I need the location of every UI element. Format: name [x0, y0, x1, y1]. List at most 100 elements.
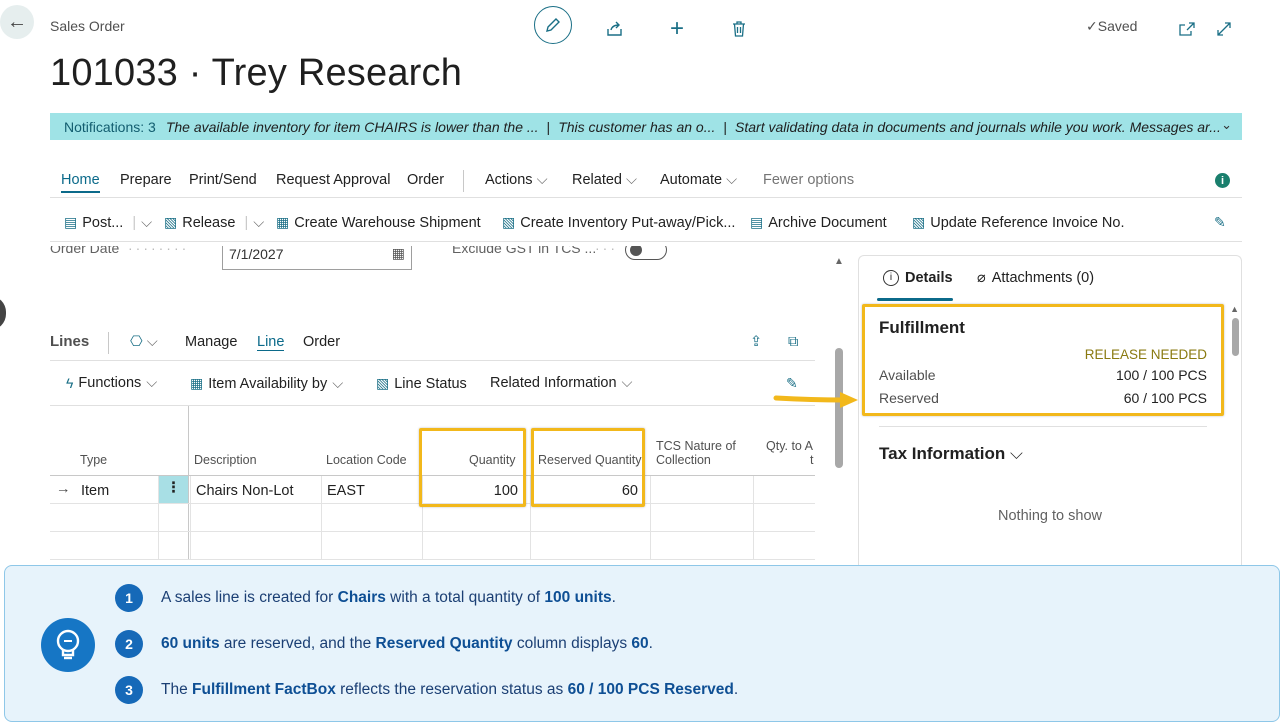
order-date-field[interactable]: 7/1/2027 ▦ — [222, 246, 412, 270]
page-title: 101033 · Trey Research — [50, 52, 463, 94]
release-document-icon: ▧ — [164, 214, 178, 230]
order-date-label: Order Date — [50, 246, 120, 256]
tab-request-approval[interactable]: Request Approval — [276, 172, 390, 188]
lightbulb-icon — [41, 618, 95, 672]
col-qty-to-assemble[interactable]: Qty. to At — [766, 439, 813, 467]
archive-icon: ▤ — [750, 214, 764, 230]
lines-view-switch[interactable]: ⎔ ⌵ — [130, 334, 158, 350]
chevron-down-icon: ⌵ — [146, 334, 158, 350]
cell-description[interactable]: Chairs Non-Lot — [196, 483, 294, 499]
scroll-up-icon[interactable]: ▲ — [1230, 304, 1239, 314]
action-tabs: Home Prepare Print/Send Request Approval… — [50, 164, 1242, 198]
info-icon[interactable]: i — [1215, 173, 1230, 188]
lines-tab-order[interactable]: Order — [303, 334, 340, 350]
step-text-part: are reserved, and the — [219, 635, 376, 652]
share-icon[interactable]: ⇪ — [750, 334, 762, 350]
factbox-tab-attachments[interactable]: ⌀ Attachments (0) — [977, 270, 1094, 286]
saved-label: Saved — [1097, 18, 1138, 34]
divider: | — [244, 214, 249, 231]
chevron-down-icon[interactable]: ⌄ — [1221, 117, 1232, 133]
share-icon — [607, 21, 622, 36]
cell-location-code[interactable]: EAST — [327, 483, 365, 499]
factbox-tab-details[interactable]: i Details — [883, 270, 953, 286]
tax-information-toggle[interactable]: Tax Information ⌵ — [879, 444, 1023, 464]
notification-message[interactable]: Start validating data in documents and j… — [735, 119, 1221, 135]
factbox-tab-attachments-label: Attachments (0) — [991, 270, 1095, 286]
new-button[interactable]: + — [658, 10, 696, 48]
highlight-reserved-quantity — [531, 428, 645, 507]
lines-actions: ϟ Functions ⌵ ▦ Item Availability by ⌵ ▧… — [50, 360, 815, 406]
archive-document-button[interactable]: ▤ Archive Document — [750, 214, 887, 231]
lines-title: Lines — [50, 333, 90, 350]
chevron-down-icon: ⌵ — [332, 375, 344, 392]
update-reference-invoice-button[interactable]: ▧ Update Reference Invoice No. — [912, 214, 1124, 231]
back-button[interactable]: ← — [0, 5, 34, 39]
warehouse-icon: ▦ — [276, 214, 290, 230]
calendar-icon[interactable]: ▦ — [392, 246, 405, 262]
factbox-scrollbar-thumb[interactable] — [1232, 318, 1239, 356]
notification-message[interactable]: The available inventory for item CHAIRS … — [166, 119, 539, 135]
field-dots: ········ — [128, 246, 190, 256]
chevron-down-icon[interactable]: ⌵ — [141, 215, 152, 231]
tab-related[interactable]: Related ⌵ — [572, 172, 637, 188]
post-button[interactable]: ▤ Post... | ⌵ — [64, 214, 152, 231]
item-availability-button[interactable]: ▦ Item Availability by ⌵ — [190, 375, 343, 392]
release-button[interactable]: ▧ Release | ⌵ — [164, 214, 264, 231]
tab-order[interactable]: Order — [407, 172, 444, 188]
notification-message[interactable]: This customer has an o... — [558, 119, 715, 135]
delete-button[interactable] — [720, 10, 758, 48]
step-text-part: . — [648, 635, 653, 652]
tab-prepare[interactable]: Prepare — [120, 172, 172, 188]
create-warehouse-shipment-button[interactable]: ▦ Create Warehouse Shipment — [276, 214, 481, 231]
search-document-icon: ▧ — [376, 375, 390, 391]
explanation-callout: 1 A sales line is created for Chairs wit… — [4, 565, 1280, 722]
step-emphasis: 60 / 100 PCS Reserved — [567, 681, 734, 698]
row-menu-button[interactable]: ⋮ — [159, 476, 188, 503]
item-availability-label: Item Availability by — [208, 375, 328, 392]
col-tcs-nature[interactable]: TCS Nature of Collection — [656, 439, 736, 467]
tab-automate-label: Automate — [660, 172, 723, 188]
grid-divider — [190, 475, 191, 560]
tab-actions-label: Actions — [485, 172, 533, 188]
scroll-up-icon[interactable]: ▲ — [834, 256, 844, 267]
tab-actions[interactable]: Actions ⌵ — [485, 172, 548, 188]
col-tcs-nature-line2: Collection — [656, 453, 711, 467]
tab-automate[interactable]: Automate ⌵ — [660, 172, 737, 188]
edit-button[interactable] — [534, 6, 572, 44]
open-new-window-button[interactable] — [1168, 10, 1206, 48]
tab-home[interactable]: Home — [61, 172, 100, 193]
cell-type[interactable]: Item — [81, 483, 109, 499]
col-location-code[interactable]: Location Code — [326, 453, 407, 467]
divider — [108, 332, 109, 354]
chevron-down-icon: ⌵ — [621, 375, 633, 391]
order-date-value: 7/1/2027 — [229, 246, 284, 262]
side-handle[interactable] — [0, 296, 6, 330]
lines-tab-line[interactable]: Line — [257, 334, 285, 351]
functions-button[interactable]: ϟ Functions ⌵ — [66, 375, 157, 391]
tab-print-send[interactable]: Print/Send — [189, 172, 257, 188]
exclude-gst-toggle[interactable] — [625, 246, 667, 260]
lines-tab-manage[interactable]: Manage — [185, 334, 237, 350]
step-number: 3 — [115, 676, 143, 704]
expand-button[interactable] — [1205, 10, 1243, 48]
notification-count[interactable]: Notifications: 3 — [64, 119, 156, 135]
notification-bar[interactable]: Notifications: 3 The available inventory… — [50, 113, 1242, 140]
post-document-icon: ▤ — [64, 214, 78, 230]
grid-divider — [50, 531, 815, 532]
share-button[interactable] — [596, 10, 634, 48]
plus-icon: + — [669, 15, 684, 42]
step-text-part: . — [733, 681, 739, 698]
col-type[interactable]: Type — [80, 453, 107, 467]
fewer-options-link[interactable]: Fewer options — [763, 172, 854, 188]
lines-header: Lines ⎔ ⌵ Manage Line Order ⇪ ⧉ — [50, 328, 815, 358]
line-status-button[interactable]: ▧ Line Status — [376, 375, 467, 392]
col-description[interactable]: Description — [194, 453, 257, 467]
open-in-new-icon[interactable]: ⧉ — [788, 334, 798, 350]
chevron-down-icon[interactable]: ⌵ — [253, 215, 264, 231]
create-inventory-putaway-button[interactable]: ▧ Create Inventory Put-away/Pick... — [502, 214, 735, 231]
highlight-quantity — [419, 428, 526, 507]
update-reference-invoice-label: Update Reference Invoice No. — [930, 214, 1125, 231]
chevron-down-icon: ⌵ — [146, 375, 158, 391]
pin-action-bar-button[interactable]: ✎ — [1214, 214, 1226, 231]
related-information-button[interactable]: Related Information ⌵ — [490, 375, 633, 391]
